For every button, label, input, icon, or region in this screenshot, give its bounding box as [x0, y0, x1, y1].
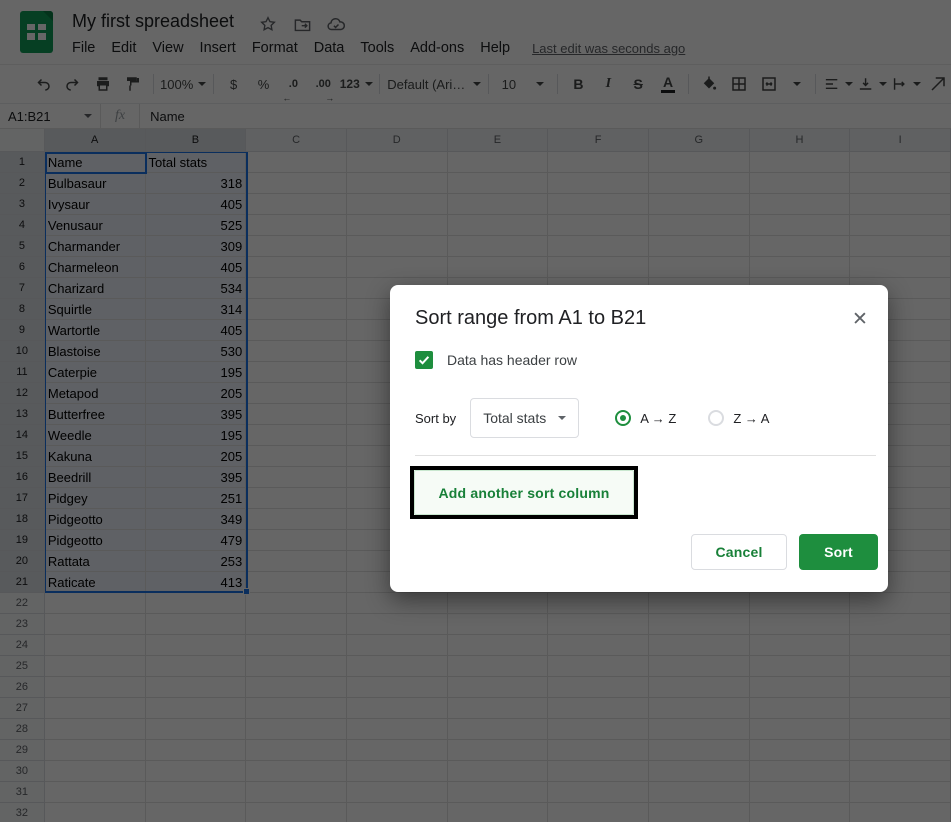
sort-column-dropdown[interactable]: Total stats	[470, 398, 580, 438]
sort-order-label: A → Z	[640, 410, 677, 426]
add-sort-column-button[interactable]: Add another sort column	[414, 470, 634, 515]
sort-button[interactable]: Sort	[799, 534, 878, 570]
sort-range-dialog: Sort range from A1 to B21 ✕ Data has hea…	[390, 285, 888, 592]
sort-column-value: Total stats	[483, 410, 547, 426]
sort-order-options: A → Z Z → A	[615, 410, 769, 426]
sort-order-option-desc[interactable]: Z → A	[708, 410, 769, 426]
header-row-checkbox-label: Data has header row	[447, 352, 577, 368]
dialog-title: Sort range from A1 to B21	[415, 307, 647, 329]
sort-order-label: Z → A	[733, 410, 770, 426]
annotation-highlight-box: Add another sort column	[410, 466, 638, 519]
radio-unselected-icon[interactable]	[708, 410, 725, 426]
dialog-divider	[415, 455, 876, 456]
cancel-button[interactable]: Cancel	[691, 534, 787, 570]
sort-by-label: Sort by	[415, 410, 457, 426]
close-icon[interactable]: ✕	[848, 307, 872, 331]
radio-selected-icon[interactable]	[615, 410, 632, 426]
chevron-down-icon	[558, 416, 567, 420]
header-row-checkbox[interactable]	[415, 351, 433, 369]
google-sheets-window: My first spreadsheet FileEditViewInsertF…	[0, 0, 951, 822]
sort-order-option-asc[interactable]: A → Z	[615, 410, 676, 426]
